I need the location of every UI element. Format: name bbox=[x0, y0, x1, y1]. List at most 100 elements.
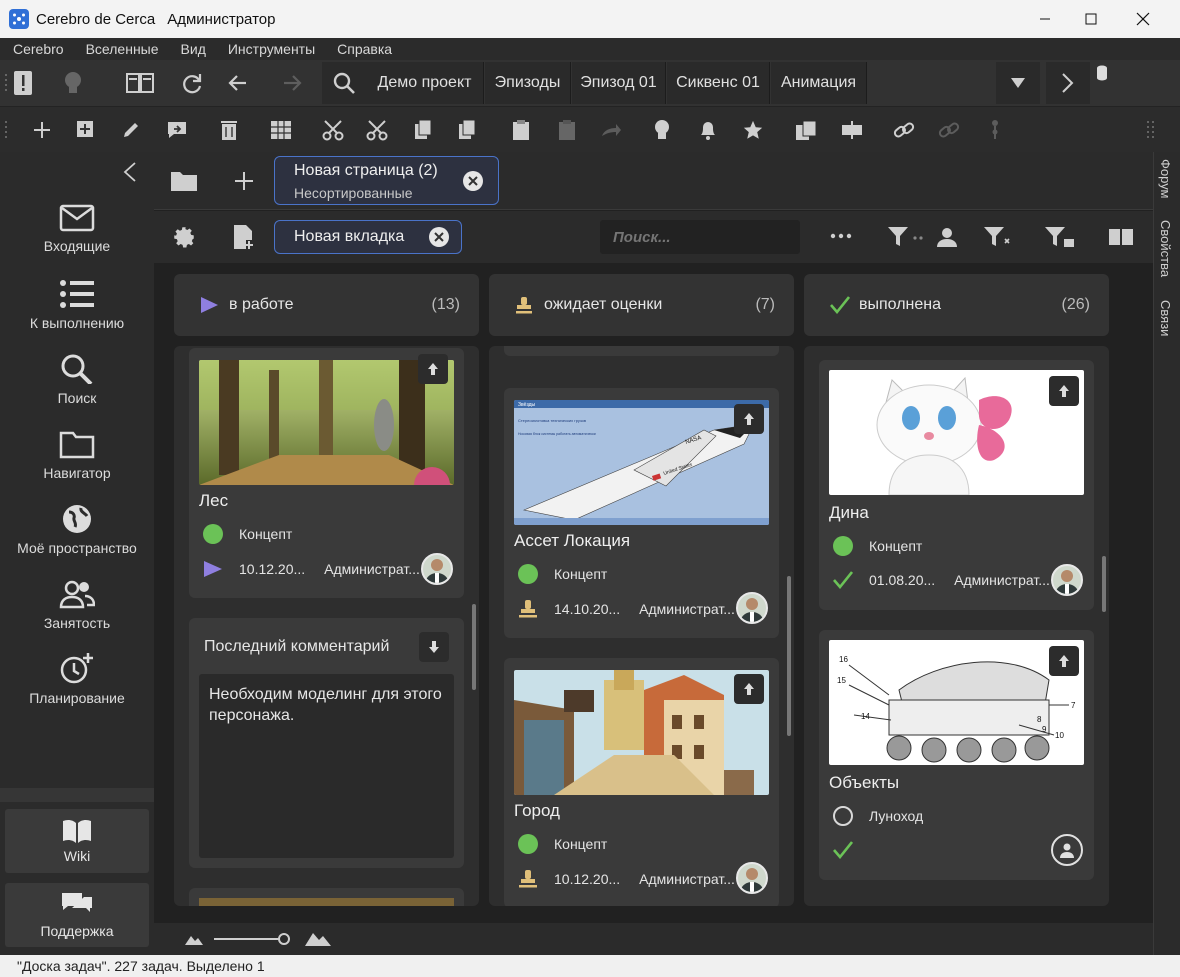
column-scrollbar[interactable] bbox=[787, 576, 791, 736]
bulb-icon[interactable] bbox=[650, 118, 674, 142]
menu-view[interactable]: Вид bbox=[168, 41, 215, 57]
sidebar-item-search[interactable]: Поиск bbox=[0, 354, 154, 426]
zoom-slider-track[interactable] bbox=[214, 938, 284, 940]
close-tab-icon[interactable] bbox=[463, 171, 483, 191]
add-page-icon[interactable] bbox=[233, 170, 255, 192]
forward-arrow-icon[interactable] bbox=[278, 71, 306, 95]
trash-icon[interactable] bbox=[216, 118, 242, 142]
support-label: Поддержка bbox=[40, 923, 114, 939]
panels-icon[interactable] bbox=[124, 71, 156, 95]
column-scrollbar[interactable] bbox=[472, 604, 476, 690]
checkmark-icon bbox=[833, 571, 853, 589]
task-card-dina[interactable]: Дина Концепт 01.08.20... Администрат... bbox=[819, 360, 1094, 610]
menu-cerebro[interactable]: Cerebro bbox=[0, 41, 73, 57]
status-dot bbox=[833, 806, 853, 826]
copy-icon[interactable] bbox=[410, 118, 436, 142]
settings-gear-icon[interactable] bbox=[171, 224, 197, 250]
task-card-objects[interactable]: 16 15 14 7 8 9 10 Объекты Луноход bbox=[819, 630, 1094, 880]
sidebar-item-inbox[interactable]: Входящие bbox=[0, 204, 154, 276]
split-icon[interactable] bbox=[838, 118, 866, 142]
forward-move-icon[interactable] bbox=[598, 118, 624, 142]
tab-properties[interactable]: Свойства bbox=[1158, 220, 1173, 277]
task-card-les[interactable]: Лес Концепт 10.12.20... Администрат... bbox=[189, 348, 464, 598]
copy-link-icon[interactable] bbox=[454, 118, 480, 142]
pin-up-icon[interactable] bbox=[418, 354, 448, 384]
user-icon[interactable] bbox=[1051, 834, 1083, 866]
columns-view-icon[interactable] bbox=[1108, 227, 1134, 247]
breadcrumb-project[interactable]: Демо проект bbox=[366, 62, 484, 104]
collapse-sidebar-icon[interactable] bbox=[122, 161, 138, 183]
breadcrumb-sequence[interactable]: Сиквенс 01 bbox=[667, 62, 770, 104]
close-tab-icon[interactable] bbox=[429, 227, 449, 247]
breadcrumb-episode[interactable]: Эпизод 01 bbox=[572, 62, 666, 104]
new-tab-icon[interactable] bbox=[231, 224, 257, 250]
sidebar-item-navigator[interactable]: Навигатор bbox=[0, 429, 154, 501]
sidebar-item-todo[interactable]: К выполнению bbox=[0, 279, 154, 351]
sidebar-item-planning[interactable]: Планирование bbox=[0, 652, 154, 724]
menu-help[interactable]: Справка bbox=[324, 41, 401, 57]
chevron-right-icon[interactable] bbox=[1046, 62, 1090, 104]
filter-clear-icon[interactable] bbox=[983, 225, 1019, 249]
chevron-down-icon[interactable] bbox=[996, 62, 1040, 104]
edit-pencil-icon[interactable] bbox=[118, 118, 144, 142]
sidebar-item-workload[interactable]: Занятость bbox=[0, 579, 154, 651]
lunokhod-thumbnail: 16 15 14 7 8 9 10 bbox=[829, 640, 1084, 765]
duplicate-icon[interactable] bbox=[792, 118, 820, 142]
paste-icon[interactable] bbox=[508, 118, 534, 142]
folder-icon[interactable] bbox=[170, 170, 198, 192]
breadcrumb-episodes[interactable]: Эпизоды bbox=[485, 62, 571, 104]
support-button[interactable]: Поддержка bbox=[5, 883, 149, 947]
tab-links[interactable]: Связи bbox=[1158, 300, 1173, 336]
search-toolbar-icon[interactable] bbox=[322, 62, 366, 104]
column-header-done[interactable]: выполнена (26) bbox=[804, 274, 1109, 336]
minimize-button[interactable] bbox=[1022, 0, 1068, 38]
more-icon[interactable] bbox=[830, 232, 852, 240]
pin-up-icon[interactable] bbox=[1049, 376, 1079, 406]
paste-special-icon[interactable] bbox=[554, 118, 580, 142]
unlink-icon[interactable] bbox=[935, 118, 963, 142]
pin-up-icon[interactable] bbox=[734, 404, 764, 434]
view-tab[interactable]: Новая вкладка bbox=[274, 220, 462, 254]
pin-down-icon[interactable] bbox=[419, 632, 449, 662]
task-card-asset[interactable]: Звёзды Стереоизготовка технических грузо… bbox=[504, 388, 779, 638]
zoom-in-icon[interactable] bbox=[304, 929, 332, 947]
zoom-out-icon[interactable] bbox=[184, 932, 204, 946]
comment-icon[interactable] bbox=[164, 118, 190, 142]
add-subtask-icon[interactable] bbox=[73, 118, 99, 142]
table-grid-icon[interactable] bbox=[267, 118, 295, 142]
breadcrumb-animation[interactable]: Анимация bbox=[771, 62, 867, 104]
menu-tools[interactable]: Инструменты bbox=[215, 41, 324, 57]
column-header-awaiting-review[interactable]: ожидает оценки (7) bbox=[489, 274, 794, 336]
maximize-button[interactable] bbox=[1068, 0, 1114, 38]
page-tab[interactable]: Новая страница (2) Несортированные bbox=[274, 156, 499, 205]
sidebar-item-workspace[interactable]: Моё пространство bbox=[0, 504, 154, 576]
link-icon[interactable] bbox=[890, 118, 918, 142]
cut-link-icon[interactable] bbox=[363, 118, 391, 142]
back-arrow-icon[interactable] bbox=[224, 71, 252, 95]
cut-icon[interactable] bbox=[319, 118, 347, 142]
refresh-icon[interactable] bbox=[178, 71, 206, 95]
task-card-gorod[interactable]: Город Концепт 10.12.20... Администрат... bbox=[504, 658, 779, 906]
pin-up-icon[interactable] bbox=[734, 674, 764, 704]
filter-user-icon[interactable] bbox=[887, 225, 959, 249]
add-icon[interactable] bbox=[30, 118, 54, 142]
hierarchy-icon[interactable] bbox=[982, 118, 1008, 142]
column-scrollbar[interactable] bbox=[1102, 556, 1106, 612]
status-text: "Доска задач". 227 задач. Выделено 1 bbox=[17, 958, 265, 974]
zoom-slider-handle[interactable] bbox=[278, 933, 290, 945]
task-card-next[interactable] bbox=[189, 888, 464, 906]
tab-forum[interactable]: Форум bbox=[1158, 159, 1173, 199]
lightbulb-icon[interactable] bbox=[58, 69, 88, 97]
task-card-prev[interactable] bbox=[504, 346, 779, 356]
column-header-in-progress[interactable]: в работе (13) bbox=[174, 274, 479, 336]
pin-up-icon[interactable] bbox=[1049, 646, 1079, 676]
alert-icon[interactable] bbox=[10, 69, 36, 97]
menu-universes[interactable]: Вселенные bbox=[73, 41, 168, 57]
search-input[interactable] bbox=[600, 220, 800, 254]
title-bar: Cerebro de Cerca Администратор bbox=[0, 0, 1180, 38]
filter-options-icon[interactable] bbox=[1044, 225, 1078, 249]
close-button[interactable] bbox=[1120, 0, 1166, 38]
wiki-button[interactable]: Wiki bbox=[5, 809, 149, 873]
bell-icon[interactable] bbox=[695, 118, 721, 142]
star-icon[interactable] bbox=[740, 118, 766, 142]
